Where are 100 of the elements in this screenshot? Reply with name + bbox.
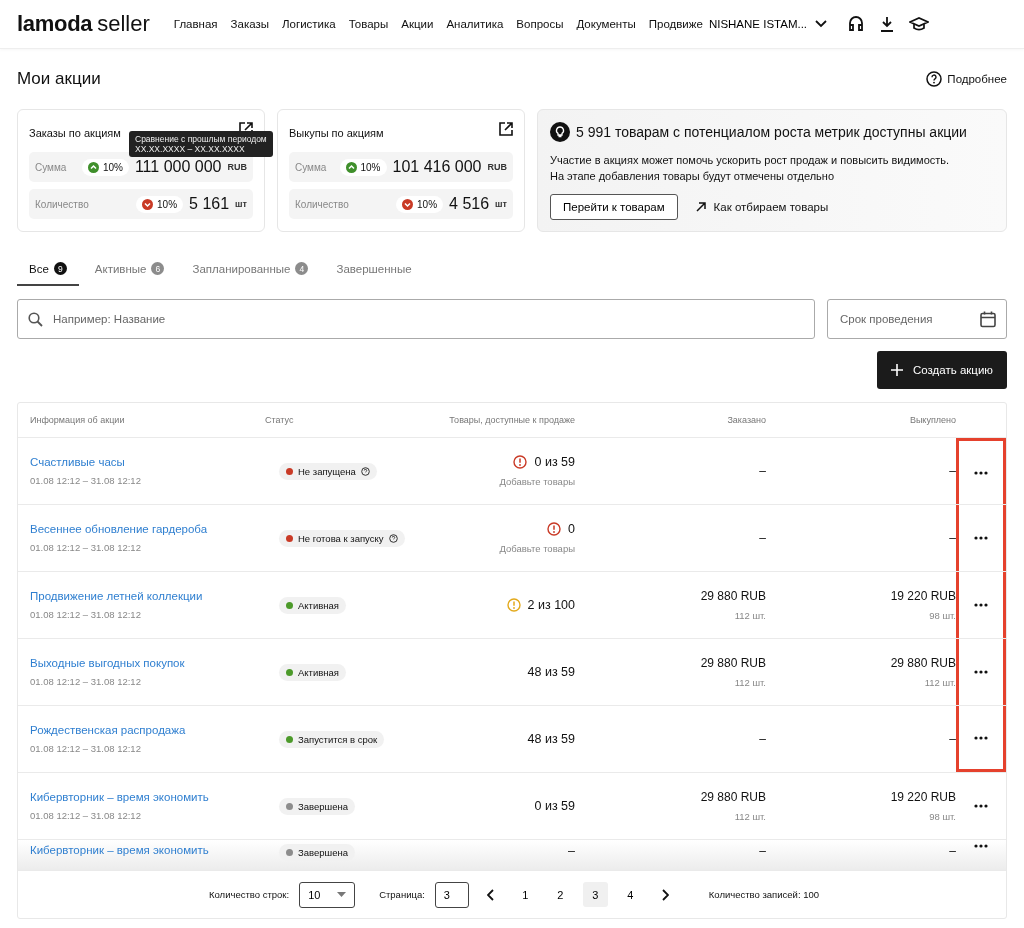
nav-link[interactable]: Вопросы — [516, 18, 564, 30]
status-text: Завершена — [298, 800, 348, 812]
nav-link[interactable]: Товары — [348, 18, 389, 30]
filter-tab[interactable]: Запланированные 4 — [180, 256, 321, 286]
status-text: Активная — [298, 599, 339, 611]
nav-link[interactable]: Продвиже — [648, 18, 703, 30]
count-badge: 6 — [151, 262, 165, 275]
promo-text: Участие в акциях может помочь ускорить рост продаж и повысить видимость. На этапе добавления товары будут отмечены отдельно — [550, 153, 951, 184]
promo-dates: 01.08 12:12 – 31.08 12:12 — [30, 676, 141, 687]
promo-name-link[interactable]: Счастливые часы — [30, 456, 125, 468]
promo-dates: 01.08 12:12 – 31.08 12:12 — [30, 609, 141, 620]
metric-value: 101 416 000 — [392, 158, 482, 177]
trend-percent: 10% — [157, 198, 178, 210]
ordered-amount: – — [759, 732, 766, 746]
nav-link[interactable]: Документы — [576, 18, 636, 30]
ordered-quantity: 112 шт. — [734, 811, 766, 822]
bought-amount: – — [949, 732, 956, 746]
how-selected-link[interactable]: Как отбираем товары — [695, 201, 829, 213]
promo-dates: 01.08 12:12 – 31.08 12:12 — [30, 743, 141, 754]
column-header: Выкуплено — [908, 415, 956, 425]
available-count: 48 из 59 — [527, 732, 575, 746]
nav-link[interactable]: Главная — [173, 18, 218, 30]
status-text: Активная — [298, 666, 339, 678]
promo-name-link[interactable]: Рождественская распродажа — [30, 724, 186, 736]
promo-name-link[interactable]: Выходные выгодных покупок — [30, 657, 185, 669]
bought-amount: – — [949, 531, 956, 545]
page-button[interactable]: 1 — [512, 882, 538, 907]
rows-per-page-label: Количество строк: — [209, 889, 290, 900]
ordered-amount: – — [759, 844, 766, 858]
nav-link[interactable]: Логистика — [282, 18, 336, 30]
records-count: Количество записей: 100 — [708, 889, 820, 900]
promo-name-link[interactable]: Кибервторник – время экономить — [30, 791, 209, 803]
filter-tab[interactable]: Активные 6 — [82, 256, 177, 286]
promo-dates: 01.08 12:12 – 31.08 12:12 — [30, 810, 141, 821]
available-count: – — [568, 844, 575, 858]
ordered-amount: 29 880 RUB — [700, 589, 766, 603]
promo-name-link[interactable]: Продвижение летней коллекции — [30, 590, 203, 602]
trend-percent: 10% — [417, 198, 438, 210]
available-count: 0 из 59 — [534, 455, 575, 469]
search-input[interactable]: Например: Название — [51, 312, 804, 326]
metric-label: Количество — [295, 198, 350, 210]
metric-value: 111 000 000 — [134, 158, 222, 177]
metric-unit: RUB — [227, 162, 247, 173]
promo-name-link[interactable]: Весеннее обновление гардероба — [30, 523, 208, 535]
ordered-amount: – — [759, 531, 766, 545]
column-header: Информация об акции — [29, 415, 126, 425]
promo-name-link[interactable]: Кибервторник – время экономить — [30, 844, 209, 856]
column-header: Заказано — [726, 415, 766, 425]
bought-quantity: 112 шт. — [924, 677, 956, 688]
logo[interactable]: lamoda — [17, 11, 93, 37]
ordered-quantity: 112 шт. — [734, 677, 766, 688]
ordered-quantity: 112 шт. — [734, 610, 766, 621]
search-bar[interactable]: Например: Название — [17, 299, 815, 339]
column-header: Статус — [265, 415, 295, 425]
page-button[interactable]: 3 — [582, 882, 608, 907]
nav-link[interactable]: Акции — [401, 18, 434, 30]
page-button[interactable]: 2 — [547, 882, 573, 907]
status-text: Запустится в срок — [298, 733, 378, 745]
column-header: Товары, доступные к продаже — [448, 415, 575, 425]
available-count: 48 из 59 — [527, 665, 575, 679]
bought-quantity: 98 шт. — [929, 610, 956, 621]
status-text: Завершена — [298, 847, 348, 858]
page-button[interactable]: 4 — [617, 882, 643, 907]
card-title: Выкупы по акциям — [289, 126, 384, 139]
tooltip-range: XX.XX.XXXX – XX.XX.XXXX — [135, 144, 246, 154]
trend-percent: 10% — [102, 161, 123, 173]
bought-amount: 29 880 RUB — [890, 656, 956, 670]
ordered-amount: 29 880 RUB — [700, 790, 766, 804]
metric-unit: шт — [495, 199, 507, 210]
available-count: 0 из 59 — [534, 799, 575, 813]
promo-dates: 01.08 12:12 – 31.08 12:12 — [30, 475, 141, 486]
page-input[interactable]: 3 — [434, 881, 469, 908]
user-menu[interactable]: NISHANE ISTAM... — [708, 18, 828, 30]
metric-label: Количество — [35, 198, 90, 210]
filter-tab[interactable]: Все 9 — [17, 256, 79, 286]
trend-percent: 10% — [360, 161, 381, 173]
bought-amount: 19 220 RUB — [890, 589, 956, 603]
bought-amount: – — [949, 844, 956, 858]
bought-quantity: 98 шт. — [929, 811, 956, 822]
metric-value: 4 516 — [449, 195, 490, 214]
bought-amount: 19 220 RUB — [890, 790, 956, 804]
rows-per-page-select[interactable]: 10 — [299, 881, 356, 908]
tooltip-title: Сравнение с прошлым периодом — [135, 134, 267, 144]
ordered-amount: 29 880 RUB — [700, 656, 766, 670]
date-picker[interactable]: Срок проведения — [827, 299, 1007, 339]
page-label: Страница: — [379, 889, 425, 900]
count-badge: 4 — [295, 262, 309, 275]
nav-link[interactable]: Аналитика — [446, 18, 504, 30]
available-count: 0 — [568, 522, 575, 536]
go-to-products-button[interactable]: Перейти к товарам — [550, 194, 678, 220]
metric-unit: RUB — [487, 162, 507, 173]
nav-link[interactable]: Заказы — [230, 18, 270, 30]
metric-label: Сумма — [295, 161, 328, 173]
promo-dates: 01.08 12:12 – 31.08 12:12 — [30, 542, 141, 553]
promo-title: 5 991 товарам с потенциалом роста метрик доступны акции — [576, 124, 967, 140]
date-input[interactable]: Срок проведения — [838, 312, 972, 326]
add-products-hint: Добавьте товары — [499, 476, 575, 487]
filter-tab[interactable]: Завершенные — [324, 256, 424, 286]
help-link[interactable]: Подробнее — [926, 71, 1007, 87]
create-promo-button[interactable]: Создать акцию — [877, 351, 1007, 389]
